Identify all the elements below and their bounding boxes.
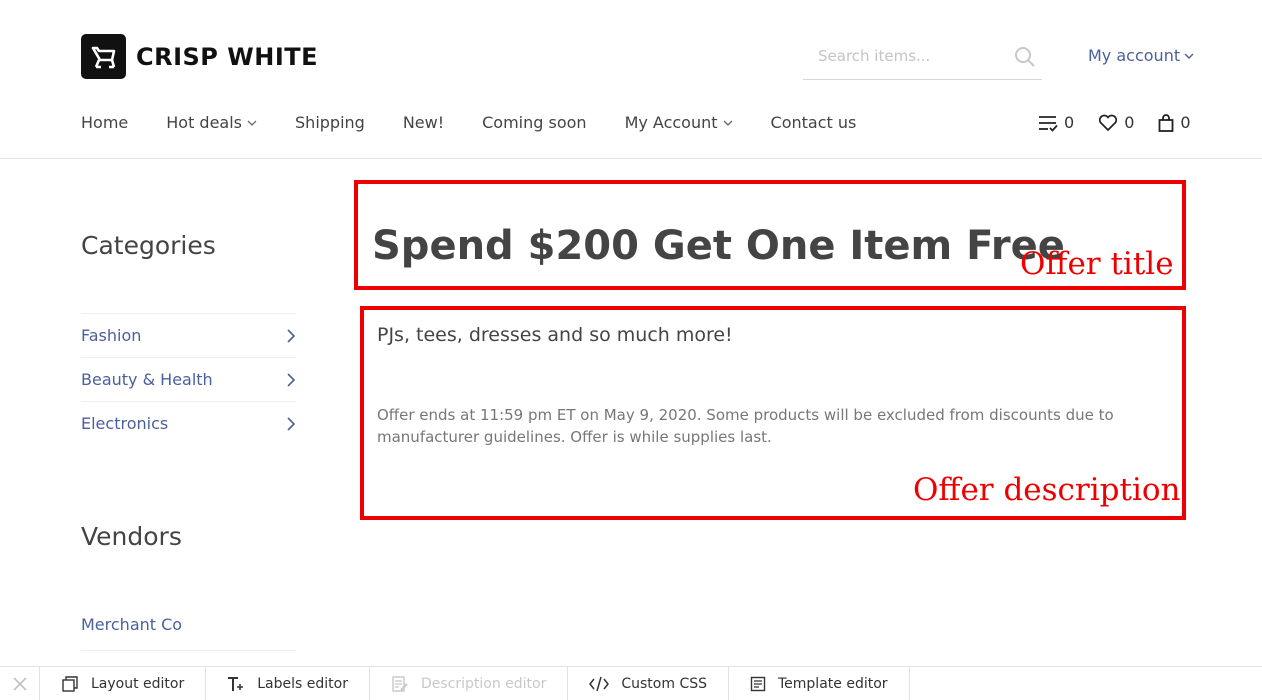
nav-item-my-account[interactable]: My Account <box>625 113 733 132</box>
search-box <box>803 42 1042 80</box>
labels-editor-button[interactable]: Labels editor <box>206 666 370 700</box>
chevron-right-icon <box>287 416 296 431</box>
brand-logo[interactable]: CRISP WHITE <box>81 34 318 79</box>
editor-toolbar: Layout editor Labels editor Description … <box>0 666 1262 700</box>
text-plus-icon <box>228 676 244 691</box>
compare-counter[interactable]: 0 <box>1038 113 1074 132</box>
nav-item-label: Hot deals <box>166 113 243 132</box>
document-edit-icon <box>392 675 408 692</box>
vendors-title: Vendors <box>81 522 182 551</box>
nav-item-label: My Account <box>624 113 718 132</box>
category-item-electronics[interactable]: Electronics <box>81 401 296 445</box>
offer-subtitle: PJs, tees, dresses and so much more! <box>377 324 733 346</box>
category-label: Fashion <box>81 326 142 345</box>
nav-item-label: Coming soon <box>482 113 587 132</box>
compare-list-icon <box>1039 115 1058 132</box>
chevron-down-icon <box>1184 53 1194 59</box>
category-list: Fashion Beauty & Health Electronics <box>81 313 296 445</box>
toolbar-item-label: Template editor <box>778 675 888 692</box>
offer-title: Spend $200 Get One Item Free <box>372 223 1065 269</box>
nav-item-label: Shipping <box>295 113 365 132</box>
shopping-bag-icon <box>1158 113 1174 132</box>
layout-editor-button[interactable]: Layout editor <box>40 666 207 700</box>
nav-item-shipping[interactable]: Shipping <box>295 113 365 132</box>
category-item-fashion[interactable]: Fashion <box>81 313 296 357</box>
cart-counter[interactable]: 0 <box>1158 113 1191 132</box>
cart-count: 0 <box>1180 113 1191 132</box>
offer-description-annotation: Offer description <box>913 472 1181 508</box>
vendor-label: Merchant Co <box>81 615 183 634</box>
search-input[interactable] <box>818 42 1018 70</box>
layout-icon <box>62 675 78 692</box>
categories-title: Categories <box>81 231 216 260</box>
nav-item-label: New! <box>402 113 445 132</box>
nav-item-label: Contact us <box>770 113 857 132</box>
heart-icon <box>1099 114 1118 131</box>
toolbar-item-label: Layout editor <box>91 675 185 692</box>
description-editor-button[interactable]: Description editor <box>370 666 569 700</box>
category-label: Beauty & Health <box>81 370 213 389</box>
header-divider <box>0 158 1262 159</box>
wishlist-counter[interactable]: 0 <box>1098 113 1134 132</box>
toolbar-item-label: Custom CSS <box>621 675 707 692</box>
compare-count: 0 <box>1064 113 1075 132</box>
nav-item-contact-us[interactable]: Contact us <box>771 113 857 132</box>
wishlist-count: 0 <box>1124 113 1135 132</box>
custom-css-button[interactable]: Custom CSS <box>568 666 729 700</box>
header-counters: 0 0 0 <box>1038 113 1191 132</box>
toolbar-close-button[interactable] <box>0 666 40 700</box>
toolbar-item-label: Labels editor <box>257 675 348 692</box>
nav-item-hot-deals[interactable]: Hot deals <box>166 113 257 132</box>
nav-item-coming-soon[interactable]: Coming soon <box>482 113 586 132</box>
my-account-label: My account <box>1088 46 1181 65</box>
category-label: Electronics <box>81 414 169 433</box>
brand-name: CRISP WHITE <box>136 42 319 71</box>
offer-fine-print: Offer ends at 11:59 pm ET on May 9, 2020… <box>377 406 1114 446</box>
chevron-down-icon <box>723 120 732 126</box>
vendor-item-merchant-co[interactable]: Merchant Co <box>81 615 296 651</box>
template-icon <box>750 676 766 691</box>
nav-item-label: Home <box>81 113 129 132</box>
cart-icon <box>81 34 126 79</box>
offer-title-annotation: Offer title <box>1020 246 1174 282</box>
code-icon <box>589 676 610 691</box>
toolbar-item-label: Description editor <box>420 675 547 692</box>
template-editor-button[interactable]: Template editor <box>729 666 910 700</box>
my-account-menu[interactable]: My account <box>1088 46 1194 65</box>
search-icon[interactable] <box>1014 46 1036 72</box>
chevron-right-icon <box>287 328 296 343</box>
chevron-right-icon <box>287 372 296 387</box>
nav-item-new[interactable]: New! <box>403 113 444 132</box>
nav-item-home[interactable]: Home <box>81 113 128 132</box>
main-nav: Home Hot deals Shipping New! Coming soon… <box>81 113 894 132</box>
close-icon <box>12 676 27 691</box>
category-item-beauty-health[interactable]: Beauty & Health <box>81 357 296 401</box>
chevron-down-icon <box>247 120 257 126</box>
